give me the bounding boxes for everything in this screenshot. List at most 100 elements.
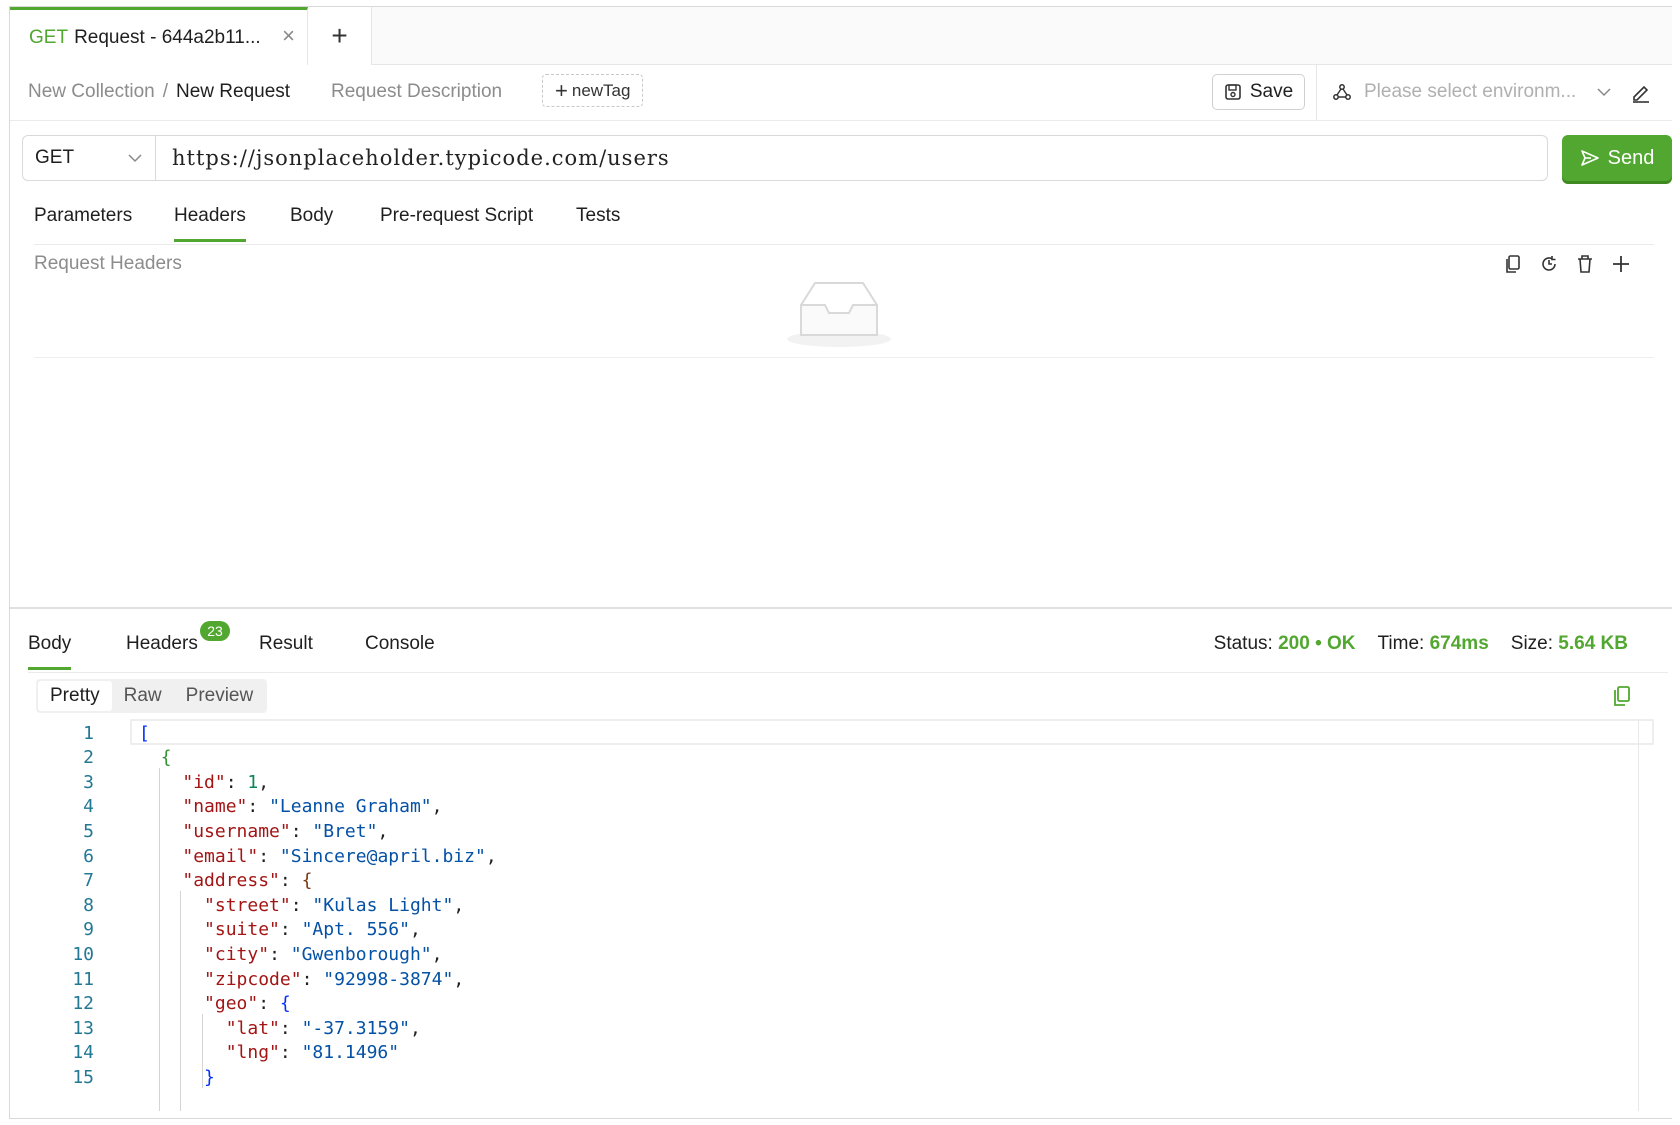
- trash-icon[interactable]: [1574, 253, 1596, 275]
- indent-guide: [158, 768, 160, 1111]
- breadcrumb-collection[interactable]: New Collection: [28, 81, 155, 103]
- indent-guide: [180, 891, 182, 1111]
- breadcrumb: New Collection / New Request: [28, 81, 290, 103]
- view-tab-pretty[interactable]: Pretty: [38, 681, 112, 711]
- response-tabs: Body Headers 23 Result Console Status: 2…: [28, 619, 1668, 673]
- code-line: 8 "street": "Kulas Light",: [36, 892, 1661, 918]
- code-text: "address": {: [182, 870, 313, 892]
- divider: [1316, 65, 1317, 121]
- method-select[interactable]: GET: [22, 135, 156, 181]
- response-tab-result[interactable]: Result: [259, 633, 313, 667]
- code-line: 5 "username": "Bret",: [36, 818, 1661, 844]
- request-tab-bar: GET Request - 644a2b11... × +: [10, 7, 1672, 65]
- method-value: GET: [35, 147, 75, 168]
- code-text: "geo": {: [204, 993, 291, 1015]
- code-line: 2 {: [36, 745, 1661, 771]
- code-line: 3 "id": 1,: [36, 769, 1661, 795]
- divider: [34, 357, 1654, 358]
- time-label: Time:: [1377, 633, 1425, 654]
- edit-icon[interactable]: [1630, 81, 1652, 103]
- code-text: "lng": "81.1496": [225, 1042, 400, 1064]
- size-value: 5.64 KB: [1558, 633, 1628, 654]
- line-number: 4: [83, 796, 94, 818]
- send-label: Send: [1607, 146, 1655, 169]
- code-line: 10 "city": "Gwenborough",: [36, 941, 1661, 967]
- tab-headers[interactable]: Headers: [174, 205, 246, 242]
- url-input[interactable]: https://jsonplaceholder.typicode.com/use…: [156, 135, 1548, 181]
- line-number: 9: [83, 919, 94, 941]
- line-number: 10: [72, 943, 94, 965]
- new-tag-button[interactable]: + newTag: [542, 74, 644, 107]
- code-text: "street": "Kulas Light",: [204, 894, 465, 916]
- code-line: 9 "suite": "Apt. 556",: [36, 917, 1661, 943]
- breadcrumb-separator: /: [162, 81, 169, 102]
- code-line: 7 "address": {: [36, 868, 1661, 894]
- environment-icon: [1333, 84, 1351, 100]
- tab-pre-request-script[interactable]: Pre-request Script: [380, 205, 533, 239]
- request-info-bar: New Collection / New Request Request Des…: [10, 65, 1672, 121]
- save-button[interactable]: Save: [1212, 74, 1305, 110]
- save-icon: [1225, 84, 1241, 100]
- code-line: 14 "lng": "81.1496": [36, 1040, 1661, 1066]
- request-description[interactable]: Request Description: [331, 81, 502, 103]
- tab-parameters[interactable]: Parameters: [34, 205, 132, 239]
- line-number: 15: [72, 1066, 94, 1088]
- tab-body[interactable]: Body: [290, 205, 333, 239]
- headers-count-badge: 23: [200, 621, 230, 641]
- code-line: 6 "email": "Sincere@april.biz",: [36, 843, 1661, 869]
- code-line: 11 "zipcode": "92998-3874",: [36, 966, 1661, 992]
- code-line: 13 "lat": "-37.3159",: [36, 1015, 1661, 1041]
- status-value: 200 • OK: [1278, 633, 1356, 654]
- view-mode-tabs: Pretty Raw Preview: [36, 679, 268, 713]
- view-tab-preview[interactable]: Preview: [174, 681, 266, 711]
- code-text: [: [139, 722, 150, 744]
- response-body-editor[interactable]: 1[2 {3 "id": 1, 4 "name": "Leanne Graham"…: [36, 719, 1661, 1111]
- code-text: "username": "Bret",: [182, 820, 389, 842]
- response-tab-console[interactable]: Console: [365, 633, 435, 667]
- tab-title: Request - 644a2b11...: [74, 26, 261, 48]
- breadcrumb-request[interactable]: New Request: [176, 81, 290, 103]
- time-value: 674ms: [1429, 633, 1489, 654]
- panel-splitter[interactable]: [10, 607, 1672, 609]
- line-number: 3: [83, 771, 94, 793]
- line-number: 2: [83, 747, 94, 769]
- code-text: }: [204, 1066, 215, 1088]
- line-number: 11: [72, 968, 94, 990]
- code-line: 1[: [36, 720, 1661, 746]
- environment-select[interactable]: Please select environm...: [1332, 75, 1622, 109]
- line-number: 7: [83, 870, 94, 892]
- request-tab[interactable]: GET Request - 644a2b11... ×: [10, 7, 308, 65]
- status-label: Status:: [1213, 633, 1273, 654]
- status-info: Status: 200 • OK: [1214, 633, 1356, 655]
- line-number: 14: [72, 1042, 94, 1064]
- chevron-down-icon: [1597, 88, 1611, 97]
- app-window: GET Request - 644a2b11... × + New Collec…: [9, 6, 1672, 1119]
- response-tab-headers[interactable]: Headers: [126, 633, 198, 667]
- history-icon[interactable]: [1538, 253, 1560, 275]
- request-headers-toolbar: [1502, 253, 1632, 275]
- close-tab-icon[interactable]: ×: [282, 24, 295, 48]
- new-tag-label: newTag: [571, 80, 631, 100]
- line-number: 12: [72, 993, 94, 1015]
- save-label: Save: [1249, 81, 1294, 102]
- line-number: 1: [83, 722, 94, 744]
- copy-response-icon[interactable]: [1612, 685, 1632, 707]
- request-tabs: Parameters Headers Body Pre-request Scri…: [34, 193, 1654, 245]
- tab-method: GET: [29, 26, 69, 48]
- response-tab-body[interactable]: Body: [28, 633, 72, 670]
- environment-placeholder: Please select environm...: [1364, 81, 1577, 102]
- copy-icon[interactable]: [1502, 253, 1524, 275]
- code-text: "name": "Leanne Graham",: [182, 796, 443, 818]
- line-number: 13: [72, 1017, 94, 1039]
- plus-icon: +: [555, 77, 568, 103]
- add-header-icon[interactable]: [1610, 253, 1632, 275]
- code-line: 15 }: [36, 1064, 1661, 1090]
- send-button[interactable]: Send: [1562, 135, 1672, 181]
- view-tab-raw[interactable]: Raw: [112, 681, 174, 711]
- tab-tests[interactable]: Tests: [576, 205, 620, 239]
- url-bar: GET https://jsonplaceholder.typicode.com…: [22, 135, 1672, 183]
- chevron-down-icon: [128, 154, 142, 163]
- request-headers-label: Request Headers: [34, 253, 182, 274]
- add-tab-button[interactable]: +: [308, 7, 372, 65]
- code-text: {: [160, 747, 172, 769]
